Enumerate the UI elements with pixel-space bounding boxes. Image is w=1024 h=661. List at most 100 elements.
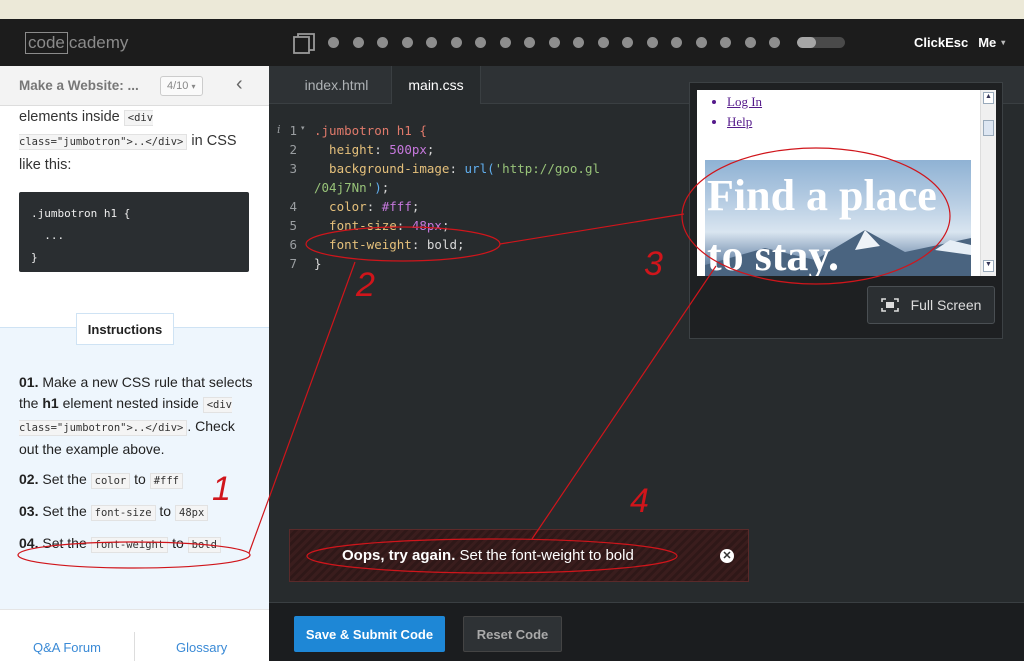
line-number: 2	[289, 142, 297, 157]
app-window: code cademy ClickEsc Me ▾ Make a Website:…	[0, 0, 1024, 661]
instructions-panel: Instructions 01. Make a new CSS rule tha…	[0, 313, 269, 609]
code-line[interactable]: 5 font-size: 48px;	[269, 216, 689, 235]
logo-rest-text: cademy	[68, 33, 129, 52]
exercise-dot[interactable]	[720, 37, 731, 48]
code-text: font-weight: bold;	[314, 237, 465, 252]
exercise-dot[interactable]	[475, 37, 486, 48]
line-number: 1	[289, 123, 297, 138]
instruction-step-4: 04. Set the font-weight to bold	[19, 533, 254, 556]
step-code: color	[90, 473, 131, 489]
exercise-counter-text: 4/10	[167, 80, 189, 92]
exercise-dot[interactable]	[328, 37, 339, 48]
pages-icon[interactable]	[293, 33, 315, 55]
user-menu-label: Me	[978, 35, 997, 50]
exercise-dot[interactable]	[401, 37, 413, 48]
code-line[interactable]: 6 font-weight: bold;	[269, 235, 689, 254]
step-number: 02.	[19, 471, 39, 487]
preview-nav-list: Log In Help	[727, 92, 762, 132]
codecademy-logo[interactable]: code cademy	[25, 31, 128, 55]
close-icon[interactable]: ✕	[720, 549, 734, 563]
preview-scrollbar[interactable]: ▲ ▼	[980, 90, 996, 276]
step-text: to	[134, 471, 146, 487]
step-code: font-size	[90, 505, 156, 521]
scroll-up-icon[interactable]: ▲	[983, 92, 994, 104]
exercise-dot[interactable]	[646, 37, 658, 48]
error-bold: Oops, try again.	[342, 547, 456, 564]
exercise-dot[interactable]	[426, 37, 437, 48]
fullscreen-icon	[880, 298, 899, 312]
preview-login-link[interactable]: Log In	[727, 92, 762, 112]
exercise-dot[interactable]	[744, 37, 756, 48]
sidebar-header: Make a Website: ... 4/10 ▾ ‹	[0, 66, 269, 106]
code-line[interactable]: 3 background-image: url('http://goo.gl	[269, 159, 689, 178]
preview-help-link[interactable]: Help	[727, 112, 762, 132]
exercise-dot[interactable]	[548, 37, 560, 48]
preview-browser[interactable]: Log In Help Find a place to stay. ▲ ▼	[697, 90, 996, 276]
instruction-step-2: 02. Set the color to #fff	[19, 469, 254, 492]
step-code: #fff	[149, 473, 183, 489]
instruction-step-3: 03. Set the font-size to 48px	[19, 501, 254, 524]
scroll-thumb[interactable]	[983, 120, 994, 136]
code-text: height: 500px;	[314, 142, 435, 157]
footer-divider	[134, 632, 135, 661]
step-number: 03.	[19, 503, 39, 519]
progress-bar	[796, 37, 845, 48]
step-text: Set the	[42, 503, 87, 519]
step-text: element nested inside	[62, 395, 199, 411]
error-message: Oops, try again. Set the font-weight to …	[289, 529, 749, 582]
step-bold: h1	[42, 395, 59, 411]
lesson-text: elements inside <div class="jumbotron">.…	[19, 106, 255, 177]
code-text: }	[314, 256, 322, 271]
collapse-sidebar-icon[interactable]: ‹	[236, 73, 243, 96]
user-menu[interactable]: ClickEsc Me ▾	[914, 35, 1005, 50]
error-detail: Set the font-weight to bold	[455, 547, 634, 564]
code-text: .jumbotron h1 {	[314, 123, 427, 138]
code-text: color: #fff;	[314, 199, 420, 214]
exercise-counter[interactable]: 4/10 ▾	[160, 76, 203, 96]
chevron-down-icon: ▾	[191, 82, 196, 91]
step-number: 01.	[19, 374, 39, 390]
top-bar: code cademy ClickEsc Me ▾	[0, 19, 1024, 66]
line-number: 4	[289, 199, 297, 214]
code-line[interactable]: /04j7Nn');	[269, 178, 689, 197]
qa-forum-link[interactable]: Q&A Forum	[33, 640, 101, 655]
code-text: /04j7Nn');	[314, 180, 390, 195]
full-screen-label: Full Screen	[910, 297, 982, 313]
code-line[interactable]: 4 color: #fff;	[269, 197, 689, 216]
scroll-down-icon[interactable]: ▼	[983, 260, 994, 272]
progress-fill	[796, 37, 816, 48]
exercise-dot[interactable]	[377, 37, 388, 48]
exercise-dot[interactable]	[450, 37, 462, 48]
instructions-tab[interactable]: Instructions	[76, 313, 174, 345]
save-submit-button[interactable]: Save & Submit Code	[294, 616, 445, 652]
code-line[interactable]: 1 .jumbotron h1 {	[269, 121, 689, 140]
line-number: 3	[289, 161, 297, 176]
tab-index-html[interactable]: index.html	[283, 66, 390, 104]
glossary-link[interactable]: Glossary	[176, 640, 227, 655]
exercise-dot[interactable]	[769, 37, 780, 48]
lesson-sidebar: Make a Website: ... 4/10 ▾ ‹ elements in…	[0, 66, 269, 661]
exercise-dot[interactable]	[352, 37, 364, 48]
exercise-dot[interactable]	[671, 37, 682, 48]
step-code: font-weight	[90, 537, 169, 553]
exercise-dot[interactable]	[499, 37, 511, 48]
tab-main-css[interactable]: main.css	[391, 66, 481, 104]
exercise-dot[interactable]	[573, 37, 584, 48]
code-line[interactable]: 2 height: 500px;	[269, 140, 689, 159]
code-text: font-size: 48px;	[314, 218, 450, 233]
step-number: 04.	[19, 535, 39, 551]
sidebar-footer: Q&A Forum Glossary	[0, 609, 269, 661]
step-text: Set the	[42, 471, 87, 487]
reset-code-button[interactable]: Reset Code	[463, 616, 562, 652]
full-screen-button[interactable]: Full Screen	[867, 286, 995, 324]
code-line[interactable]: 7}	[269, 254, 689, 273]
user-name: ClickEsc	[914, 35, 969, 50]
instruction-steps: 01. Make a new CSS rule that selects the…	[19, 372, 254, 565]
exercise-dot[interactable]	[622, 37, 633, 48]
step-text: to	[172, 535, 184, 551]
exercise-dot[interactable]	[524, 37, 535, 48]
exercise-dot[interactable]	[695, 37, 707, 48]
course-title[interactable]: Make a Website: ...	[19, 78, 139, 93]
exercise-dot[interactable]	[597, 37, 609, 48]
code-text: background-image: url('http://goo.gl	[314, 161, 600, 176]
